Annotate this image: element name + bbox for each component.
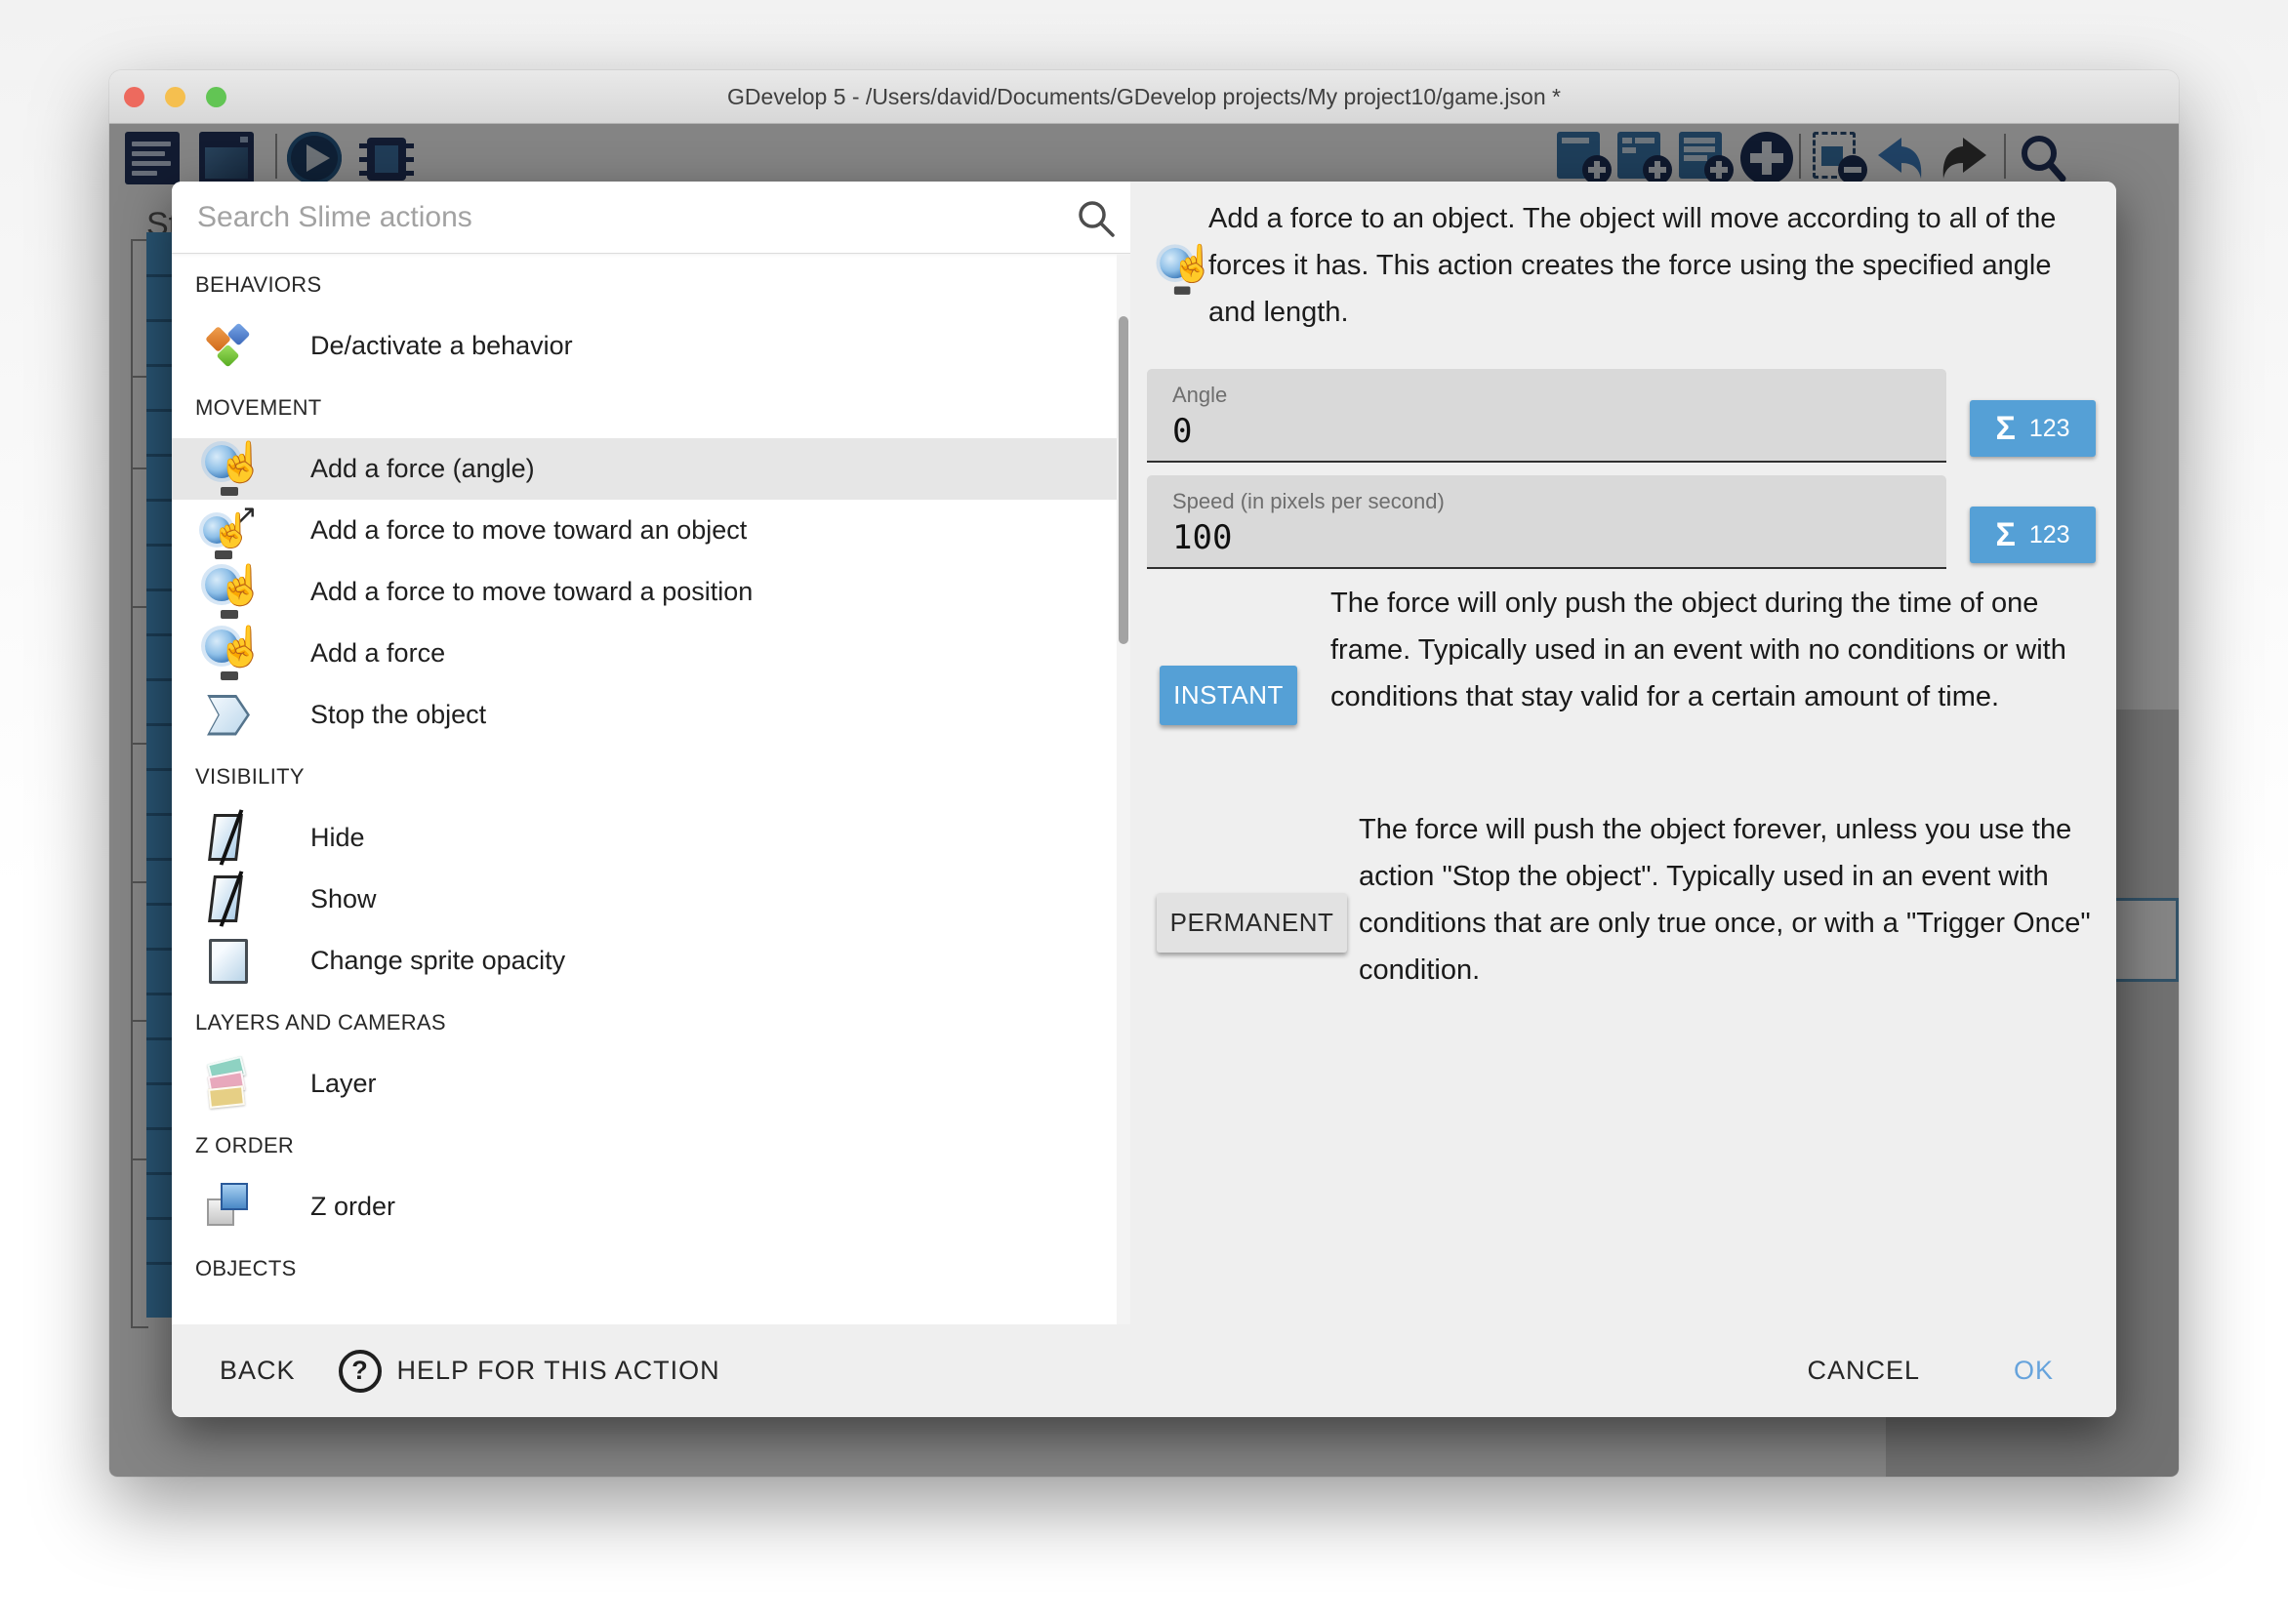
ok-button[interactable]: OK: [2014, 1356, 2054, 1386]
list-item-stop-object[interactable]: Stop the object: [172, 684, 1130, 746]
speed-field-value[interactable]: 100: [1172, 518, 1232, 557]
list-item-change-sprite-opacity[interactable]: Change sprite opacity: [172, 930, 1130, 992]
sigma-icon: Σ: [1995, 410, 2015, 448]
layer-icon: [203, 1056, 260, 1113]
list-item-deactivate-behavior[interactable]: De/activate a behavior: [172, 315, 1130, 377]
instant-description: The force will only push the object duri…: [1330, 580, 2116, 720]
section-header-visibility: VISIBILITY: [172, 746, 1130, 807]
action-list-panel: BEHAVIORS De/activate a behavior MOVEMEN…: [172, 182, 1130, 1324]
gdevelop-window: GDevelop 5 - /Users/david/Documents/GDev…: [109, 70, 2179, 1477]
section-header-z-order: Z ORDER: [172, 1115, 1130, 1176]
list-item-show[interactable]: Show: [172, 869, 1130, 930]
speed-field[interactable]: Speed (in pixels per second) 100: [1147, 475, 1946, 569]
angle-field-label: Angle: [1172, 383, 1227, 408]
angle-field[interactable]: Angle 0: [1147, 369, 1946, 463]
action-details-panel: ☝ Add a force to an object. The object w…: [1130, 182, 2116, 1324]
list-item-add-force-angle[interactable]: ☝ Add a force (angle): [172, 438, 1130, 500]
section-header-behaviors: BEHAVIORS: [172, 254, 1130, 315]
list-item-z-order[interactable]: Z order: [172, 1176, 1130, 1238]
action-description: Add a force to an object. The object wil…: [1164, 195, 2071, 336]
section-header-objects: OBJECTS: [172, 1238, 1130, 1299]
search-input[interactable]: [197, 193, 1056, 242]
angle-field-value[interactable]: 0: [1172, 412, 1192, 451]
hide-icon: [203, 810, 260, 867]
list-item-add-force[interactable]: ☝ Add a force: [172, 623, 1130, 684]
cancel-button[interactable]: CANCEL: [1807, 1356, 1920, 1386]
speed-field-label: Speed (in pixels per second): [1172, 489, 1445, 514]
behavior-icon: [203, 318, 260, 375]
angle-expression-button[interactable]: Σ 123: [1970, 400, 2096, 457]
instant-button[interactable]: INSTANT: [1160, 666, 1297, 725]
search-icon: [1076, 198, 1117, 244]
section-header-layers-cameras: LAYERS AND CAMERAS: [172, 992, 1130, 1053]
dialog-footer: BACK ? HELP FOR THIS ACTION CANCEL OK: [172, 1324, 2116, 1417]
add-force-icon: ☝: [203, 441, 260, 498]
section-header-movement: MOVEMENT: [172, 377, 1130, 438]
list-scrollbar-track[interactable]: [1117, 254, 1130, 1324]
help-button[interactable]: ? HELP FOR THIS ACTION: [339, 1350, 720, 1393]
z-order-icon: [203, 1179, 260, 1236]
help-icon: ?: [339, 1350, 382, 1393]
list-item-hide[interactable]: Hide: [172, 807, 1130, 869]
speed-expression-button[interactable]: Σ 123: [1970, 507, 2096, 563]
show-icon: [203, 872, 260, 928]
list-item-add-force-toward-object[interactable]: ↗☝ Add a force to move toward an object: [172, 500, 1130, 561]
add-force-toward-object-icon: ↗☝: [203, 503, 260, 559]
list-item-layer[interactable]: Layer: [172, 1053, 1130, 1115]
stop-object-icon: [203, 687, 260, 744]
list-scrollbar-thumb[interactable]: [1119, 316, 1128, 644]
desktop: GDevelop 5 - /Users/david/Documents/GDev…: [0, 0, 2288, 1624]
add-force-icon: ☝: [203, 564, 260, 621]
permanent-button[interactable]: PERMANENT: [1157, 893, 1347, 953]
window-title: GDevelop 5 - /Users/david/Documents/GDev…: [109, 84, 2179, 110]
add-force-icon: ☝: [203, 626, 260, 682]
action-list: BEHAVIORS De/activate a behavior MOVEMEN…: [172, 254, 1130, 1324]
window-content: Sta dd...: [109, 124, 2179, 1477]
sigma-icon: Σ: [1995, 516, 2015, 554]
list-item-add-force-toward-position[interactable]: ☝ Add a force to move toward a position: [172, 561, 1130, 623]
search-bar: [172, 182, 1130, 254]
back-button[interactable]: BACK: [220, 1356, 296, 1386]
opacity-icon: [203, 933, 260, 990]
permanent-description: The force will push the object forever, …: [1359, 806, 2116, 994]
window-titlebar: GDevelop 5 - /Users/david/Documents/GDev…: [109, 70, 2179, 124]
action-chooser-dialog: BEHAVIORS De/activate a behavior MOVEMEN…: [172, 182, 2116, 1417]
